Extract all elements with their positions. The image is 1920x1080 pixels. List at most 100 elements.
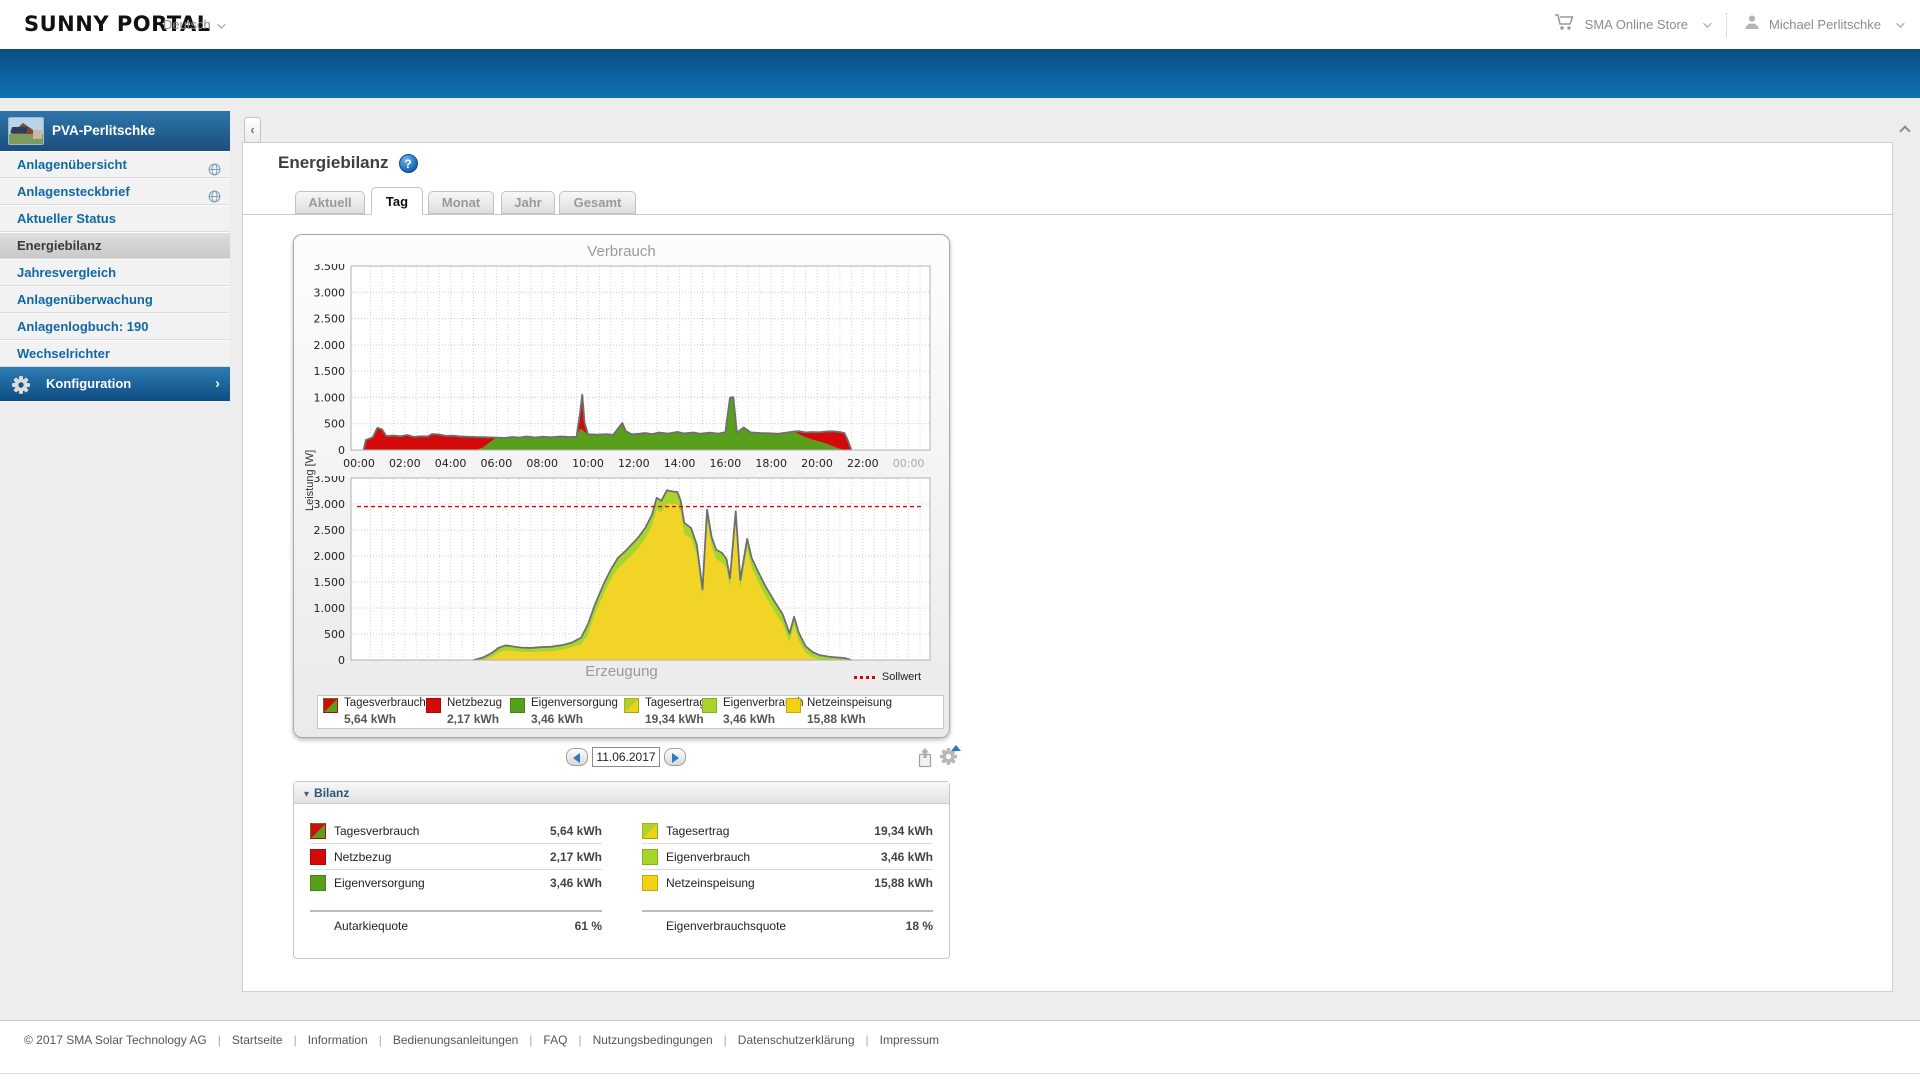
- sidebar: PVA-Perlitschke Anlagenübersicht Anlagen…: [0, 111, 230, 401]
- scroll-top-button[interactable]: [1896, 121, 1914, 139]
- row-value: 18 %: [905, 919, 933, 933]
- sidebar-item-konfiguration[interactable]: Konfiguration ›: [0, 367, 230, 401]
- export-icon[interactable]: [916, 747, 935, 773]
- row-value: 15,88 kWh: [874, 876, 933, 890]
- sidebar-item-anlagenuebersicht[interactable]: Anlagenübersicht: [0, 151, 230, 178]
- tab-jahr[interactable]: Jahr: [501, 191, 555, 214]
- sidebar-item-label: Wechselrichter: [17, 346, 110, 361]
- row-value: 3,46 kWh: [549, 876, 602, 890]
- svg-text:1.000: 1.000: [314, 391, 346, 404]
- sollwert-legend: Sollwert: [853, 671, 921, 683]
- footer: © 2017 SMA Solar Technology AG | Startsei…: [0, 1020, 1920, 1080]
- bottom-rule: [0, 1073, 1920, 1074]
- content-panel: Energiebilanz ? Aktuell Tag Monat Jahr G…: [242, 142, 1893, 992]
- plant-name: PVA-Perlitschke: [52, 123, 156, 138]
- eigenverbrauch-swatch-icon: [642, 848, 658, 865]
- collapse-sidebar-button[interactable]: ‹: [244, 117, 261, 143]
- sidebar-item-anlagenlogbuch[interactable]: Anlagenlogbuch: 190: [0, 313, 230, 340]
- svg-text:1.000: 1.000: [314, 602, 346, 615]
- top-bar: SUNNY PORTAL Deutsch SMA Online Store Mi…: [0, 0, 1920, 49]
- row-label: Autarkiequote: [334, 919, 409, 933]
- svg-text:14:00: 14:00: [664, 457, 696, 470]
- sollwert-label: Sollwert: [881, 671, 921, 683]
- row-label: Tagesertrag: [666, 823, 730, 838]
- sidebar-item-label: Anlagenlogbuch: 190: [17, 319, 149, 334]
- sidebar-item-jahresvergleich[interactable]: Jahresvergleich: [0, 259, 230, 286]
- svg-text:3.000: 3.000: [314, 286, 346, 299]
- svg-text:2.000: 2.000: [314, 339, 346, 352]
- eigenversorgung-swatch-icon: [310, 875, 326, 891]
- svg-text:20:00: 20:00: [801, 457, 833, 470]
- settings-gear-icon[interactable]: [939, 745, 961, 771]
- language-label: Deutsch: [163, 17, 211, 32]
- svg-text:0: 0: [338, 444, 345, 457]
- bilanz-header[interactable]: ▾ Bilanz: [294, 782, 949, 804]
- table-row: Tagesertrag 19,34 kWh: [642, 818, 933, 844]
- tab-aktuell[interactable]: Aktuell: [295, 191, 365, 214]
- sidebar-item-energiebilanz[interactable]: Energiebilanz: [0, 232, 230, 259]
- cart-icon: [1554, 13, 1576, 36]
- table-row: Eigenverbrauch 3,46 kWh: [642, 844, 933, 870]
- footer-link-information[interactable]: Information: [308, 1033, 368, 1047]
- svg-text:00:00: 00:00: [893, 457, 925, 470]
- svg-text:3.500: 3.500: [314, 476, 346, 485]
- footer-link-faq[interactable]: FAQ: [543, 1033, 567, 1047]
- sidebar-item-anlagenueberwachung[interactable]: Anlagenüberwachung: [0, 286, 230, 313]
- autarkiequote-row: Autarkiequote 61 %: [310, 910, 602, 940]
- footer-link-datenschutzerklaerung[interactable]: Datenschutzerklärung: [738, 1033, 855, 1047]
- svg-text:3.000: 3.000: [314, 498, 346, 511]
- tab-gesamt[interactable]: Gesamt: [559, 191, 636, 214]
- language-selector[interactable]: Deutsch: [163, 0, 226, 49]
- table-row: Netzbezug 2,17 kWh: [310, 844, 602, 870]
- separator: |: [293, 1033, 297, 1047]
- svg-text:16:00: 16:00: [710, 457, 742, 470]
- sidebar-item-aktueller-status[interactable]: Aktueller Status: [0, 205, 230, 232]
- footer-link-bedienungsanleitungen[interactable]: Bedienungsanleitungen: [393, 1033, 518, 1047]
- svg-text:00:00: 00:00: [343, 457, 375, 470]
- row-label: Eigenverbrauchsquote: [666, 919, 787, 933]
- date-input[interactable]: [592, 747, 660, 767]
- user-icon: [1744, 14, 1760, 35]
- plant-header[interactable]: PVA-Perlitschke: [0, 111, 230, 151]
- footer-link-startseite[interactable]: Startseite: [232, 1033, 283, 1047]
- row-value: 3,46 kWh: [880, 849, 933, 864]
- tagesertrag-swatch-icon: [624, 698, 639, 713]
- help-icon[interactable]: ?: [398, 153, 418, 173]
- svg-text:06:00: 06:00: [481, 457, 513, 470]
- divider: [1726, 12, 1727, 37]
- chevron-down-icon: [216, 20, 226, 29]
- sma-online-store-menu[interactable]: SMA Online Store: [1585, 17, 1688, 32]
- arrow-left-icon: [573, 753, 580, 763]
- legend-value: 19,34 kWh: [645, 712, 704, 726]
- caret-down-icon: ▾: [304, 789, 310, 800]
- legend-label: Netzeinspeisung: [807, 697, 893, 709]
- footer-link-impressum[interactable]: Impressum: [880, 1033, 939, 1047]
- eigenverbrauchsquote-row: Eigenverbrauchsquote 18 %: [642, 910, 933, 940]
- separator: |: [578, 1033, 582, 1047]
- legend-label: Tagesertrag: [645, 697, 706, 709]
- row-label: Tagesverbrauch: [334, 823, 420, 838]
- sidebar-item-wechselrichter[interactable]: Wechselrichter: [0, 340, 230, 367]
- bilanz-title: Bilanz: [314, 786, 350, 800]
- separator: |: [865, 1033, 869, 1047]
- separator: |: [529, 1033, 533, 1047]
- chevron-up-icon: [1899, 125, 1911, 137]
- legend-value: 2,17 kWh: [447, 712, 500, 726]
- footer-link-nutzungsbedingungen[interactable]: Nutzungsbedingungen: [593, 1033, 713, 1047]
- sidebar-item-anlagensteckbrief[interactable]: Anlagensteckbrief: [0, 178, 230, 205]
- row-label: Eigenverbrauch: [666, 849, 751, 864]
- page-title: Energiebilanz: [278, 153, 389, 172]
- legend-value: 3,46 kWh: [531, 712, 584, 726]
- eigenversorgung-swatch-icon: [510, 698, 525, 713]
- arrow-right-icon: [672, 753, 679, 763]
- tab-monat[interactable]: Monat: [428, 191, 494, 214]
- netzbezug-swatch-icon: [310, 848, 326, 865]
- konfiguration-label: Konfiguration: [46, 376, 132, 391]
- user-menu[interactable]: Michael Perlitschke: [1769, 17, 1881, 32]
- row-label: Netzbezug: [334, 849, 392, 864]
- chart-legend: Tagesverbrauch 5,64 kWh Netzbezug 2,17 k…: [317, 695, 944, 729]
- tab-tag[interactable]: Tag: [371, 187, 423, 215]
- svg-text:3.500: 3.500: [314, 264, 346, 273]
- next-day-button[interactable]: [664, 748, 686, 766]
- previous-day-button[interactable]: [566, 748, 588, 766]
